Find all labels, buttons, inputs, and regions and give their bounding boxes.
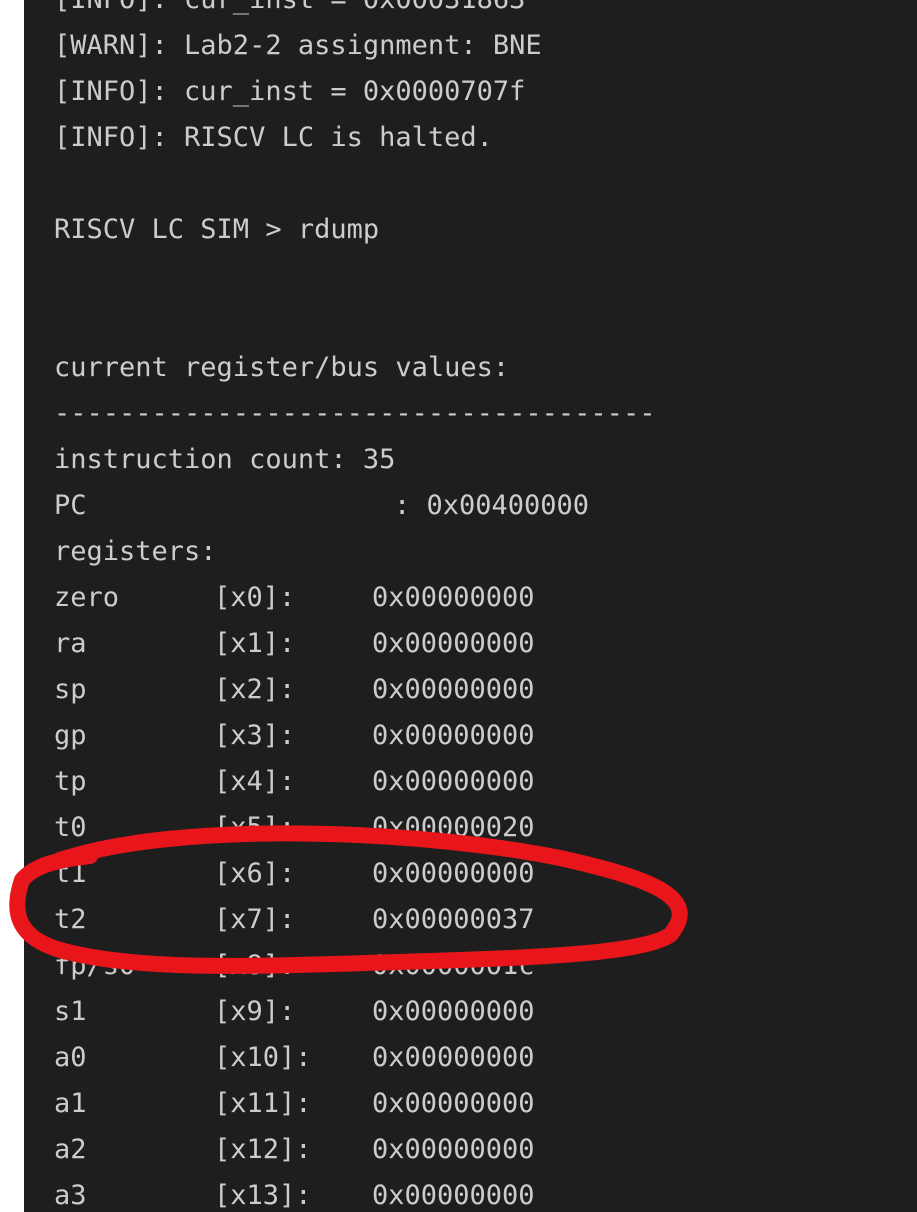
register-name: fp/s0 <box>54 950 136 981</box>
register-name: a2 <box>54 1134 87 1165</box>
register-value: 0x0000001c <box>372 950 535 981</box>
register-value: 0x00000000 <box>372 1180 535 1211</box>
register-index: [x11]: <box>214 1088 312 1119</box>
register-name: zero <box>54 582 120 613</box>
register-value: 0x00000000 <box>372 766 535 797</box>
register-row: t0 [x5]: 0x00000020 <box>54 805 754 851</box>
register-value: 0x00000037 <box>372 904 535 935</box>
register-value: 0x00000020 <box>372 812 535 843</box>
register-row: a0 [x10]: 0x00000000 <box>54 1035 754 1081</box>
register-name: ra <box>54 628 87 659</box>
register-value: 0x00000000 <box>372 628 535 659</box>
register-value: 0x00000000 <box>372 858 535 889</box>
register-row: a3 [x13]: 0x00000000 <box>54 1173 754 1212</box>
pc-row: PC : 0x00400000 <box>54 483 754 529</box>
command-prompt: RISCV LC SIM > rdump <box>54 214 380 245</box>
register-row: t2 [x7]: 0x00000037 <box>54 897 754 943</box>
register-name: t2 <box>54 904 87 935</box>
log-line: [INFO]: RISCV LC is halted. <box>54 122 493 153</box>
register-row: t1 [x6]: 0x00000000 <box>54 851 754 897</box>
terminal-window[interactable]: [INFO]: cur_inst = 0x00031863 [WARN]: La… <box>24 0 917 1212</box>
register-index: [x13]: <box>214 1180 312 1211</box>
register-index: [x12]: <box>214 1134 312 1165</box>
register-row: fp/s0 [x8]: 0x0000001c <box>54 943 754 989</box>
register-row: a2 [x12]: 0x00000000 <box>54 1127 754 1173</box>
register-index: [x0]: <box>214 582 296 613</box>
register-name: t1 <box>54 858 87 889</box>
dump-header: current register/bus values: <box>54 352 510 383</box>
register-value: 0x00000000 <box>372 582 535 613</box>
log-line: [INFO]: cur_inst = 0x00031863 <box>54 0 525 23</box>
register-row: gp [x3]: 0x00000000 <box>54 713 754 759</box>
register-name: s1 <box>54 996 87 1027</box>
instruction-count: instruction count: 35 <box>54 444 396 475</box>
register-row: tp [x4]: 0x00000000 <box>54 759 754 805</box>
register-name: gp <box>54 720 87 751</box>
registers-label: registers: <box>54 536 217 567</box>
register-row: zero [x0]: 0x00000000 <box>54 575 754 621</box>
pc-value: : 0x00400000 <box>394 490 590 521</box>
register-name: tp <box>54 766 87 797</box>
register-value: 0x00000000 <box>372 1134 535 1165</box>
register-index: [x8]: <box>214 950 296 981</box>
register-name: sp <box>54 674 87 705</box>
pc-label: PC <box>54 490 87 521</box>
register-value: 0x00000000 <box>372 720 535 751</box>
register-index: [x1]: <box>214 628 296 659</box>
register-index: [x7]: <box>214 904 296 935</box>
register-name: a1 <box>54 1088 87 1119</box>
separator-line: ------------------------------------- <box>54 398 656 429</box>
register-index: [x5]: <box>214 812 296 843</box>
log-line: [WARN]: Lab2-2 assignment: BNE <box>54 30 542 61</box>
register-value: 0x00000000 <box>372 996 535 1027</box>
register-value: 0x00000000 <box>372 1088 535 1119</box>
log-line: [INFO]: cur_inst = 0x0000707f <box>54 76 526 107</box>
register-value: 0x00000000 <box>372 1042 535 1073</box>
register-index: [x2]: <box>214 674 296 705</box>
register-index: [x3]: <box>214 720 296 751</box>
register-index: [x10]: <box>214 1042 312 1073</box>
register-row: ra [x1]: 0x00000000 <box>54 621 754 667</box>
register-name: a3 <box>54 1180 87 1211</box>
register-index: [x4]: <box>214 766 296 797</box>
register-index: [x6]: <box>214 858 296 889</box>
register-row: s1 [x9]: 0x00000000 <box>54 989 754 1035</box>
register-name: a0 <box>54 1042 87 1073</box>
register-row: sp [x2]: 0x00000000 <box>54 667 754 713</box>
register-name: t0 <box>54 812 87 843</box>
register-value: 0x00000000 <box>372 674 535 705</box>
register-row: a1 [x11]: 0x00000000 <box>54 1081 754 1127</box>
register-index: [x9]: <box>214 996 296 1027</box>
